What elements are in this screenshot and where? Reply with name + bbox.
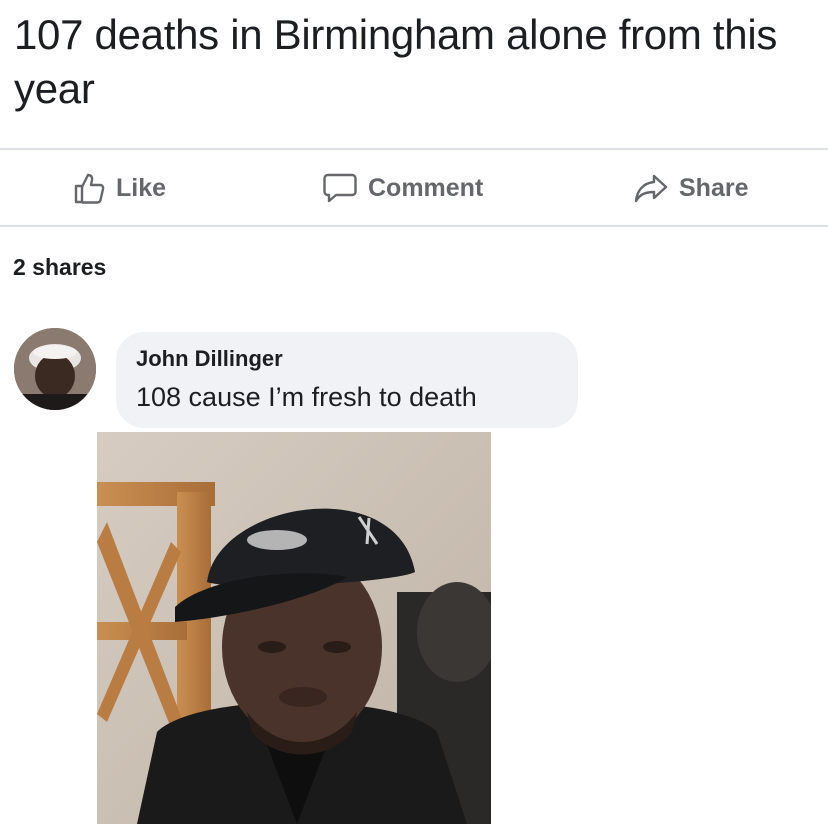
comment-text: 108 cause I’m fresh to death — [136, 382, 477, 412]
like-button[interactable]: Like — [72, 168, 166, 208]
comment-button[interactable]: Comment — [322, 168, 483, 208]
share-arrow-icon — [634, 174, 668, 203]
comment-bubble: John Dillinger 108 cause I’m fresh to de… — [116, 332, 578, 428]
speech-bubble-icon — [323, 173, 357, 203]
divider-top — [0, 148, 828, 150]
selfie-image — [97, 432, 491, 824]
avatar-photo — [14, 328, 96, 410]
shares-count[interactable]: 2 shares — [13, 254, 106, 281]
action-bar: Like Comment Share — [0, 152, 828, 222]
comment-label: Comment — [368, 173, 484, 202]
like-label: Like — [116, 173, 167, 202]
divider-bottom — [0, 225, 828, 227]
comment-author[interactable]: John Dillinger — [136, 346, 283, 372]
share-label: Share — [679, 173, 749, 202]
avatar[interactable] — [14, 328, 96, 410]
thumbs-up-icon — [74, 173, 105, 204]
comment-photo[interactable] — [97, 432, 491, 824]
share-button[interactable]: Share — [633, 168, 748, 208]
post-text: 107 deaths in Birmingham alone from this… — [14, 11, 778, 112]
